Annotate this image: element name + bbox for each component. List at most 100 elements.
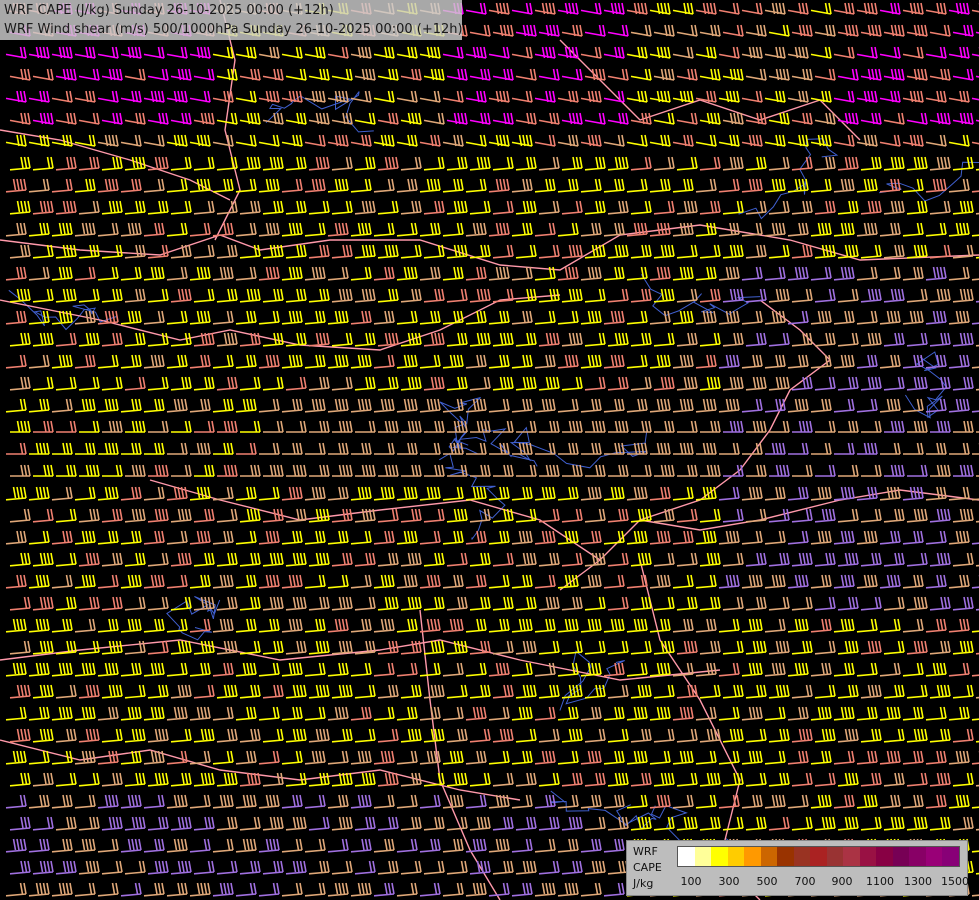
wind-barb xyxy=(833,706,855,721)
wind-barb xyxy=(607,728,629,743)
wind-barb xyxy=(538,332,560,347)
wind-barb xyxy=(603,530,625,545)
wind-barb xyxy=(856,662,878,677)
wind-barb xyxy=(929,288,951,303)
wind-barb xyxy=(810,574,832,589)
wind-barb xyxy=(833,310,855,325)
wind-barb xyxy=(879,222,901,237)
wind-barb xyxy=(350,794,372,809)
wind-barb xyxy=(193,244,215,259)
wind-barb xyxy=(741,46,763,59)
wind-barb xyxy=(74,530,96,545)
wind-barb xyxy=(607,596,629,611)
wind-barb xyxy=(764,222,786,237)
wind-barb xyxy=(285,68,307,81)
wind-barb xyxy=(400,596,422,611)
wind-barb xyxy=(189,134,211,147)
wind-barb xyxy=(741,310,763,325)
wind-barb xyxy=(74,178,96,193)
wind-barb xyxy=(558,442,579,455)
wind-barb xyxy=(396,90,418,103)
wind-barb xyxy=(235,574,257,589)
wind-barb xyxy=(948,794,970,809)
wind-barb xyxy=(879,706,901,721)
wind-barb xyxy=(883,508,905,523)
wind-barb xyxy=(879,354,901,369)
wind-barb xyxy=(488,882,510,897)
wind-barb xyxy=(190,442,211,455)
wind-barb xyxy=(331,332,353,347)
wind-barb xyxy=(373,882,395,897)
wind-barb xyxy=(745,156,767,171)
wind-barb xyxy=(561,112,583,125)
legend-tick-label: 900 xyxy=(831,875,853,888)
wind-barb xyxy=(419,310,441,325)
wind-barb xyxy=(741,90,763,103)
wind-barb xyxy=(856,574,878,589)
wind-barb xyxy=(143,618,165,633)
wind-barb xyxy=(212,266,234,281)
wind-barb xyxy=(51,178,73,193)
wind-barb xyxy=(32,596,54,611)
wind-barb xyxy=(630,816,652,831)
wind-barb xyxy=(378,420,399,433)
wind-barb xyxy=(442,618,464,633)
wind-barb xyxy=(814,816,836,831)
wind-barb xyxy=(833,222,855,237)
wind-barb xyxy=(580,530,602,545)
wind-barb xyxy=(419,530,441,545)
wind-barb xyxy=(745,684,767,699)
wind-barb xyxy=(580,310,602,325)
wind-barb xyxy=(856,46,878,59)
wind-barb xyxy=(695,310,717,325)
wind-barb xyxy=(442,266,464,281)
wind-barb xyxy=(971,47,979,57)
wind-barb xyxy=(51,618,73,633)
wind-barb xyxy=(258,354,280,369)
wind-barb xyxy=(948,662,970,677)
wind-barb xyxy=(10,420,31,433)
wind-barb xyxy=(74,90,96,103)
wind-barb xyxy=(534,354,556,369)
wind-barb xyxy=(699,200,721,215)
wind-barb xyxy=(649,266,671,281)
wind-barb xyxy=(239,156,261,171)
wind-barb xyxy=(768,112,790,125)
wind-barb xyxy=(9,860,31,875)
wind-barb xyxy=(469,684,491,699)
wind-barb xyxy=(97,838,119,853)
wind-barb xyxy=(787,46,809,59)
wind-barb xyxy=(879,530,901,545)
wind-barb xyxy=(51,882,73,897)
wind-barb xyxy=(308,156,330,171)
wind-barb xyxy=(465,662,487,677)
wind-barb xyxy=(212,354,234,369)
wind-barb xyxy=(584,288,606,303)
cape-legend: WRF CAPE J/kg 100 300 500 700 900 1100 1300 150… xyxy=(626,840,969,896)
wind-barb xyxy=(166,662,188,677)
wind-barb xyxy=(584,596,606,611)
wind-barb xyxy=(258,838,280,853)
wind-barb xyxy=(331,596,353,611)
wind-barb xyxy=(718,134,740,147)
wind-barb xyxy=(930,464,951,477)
wind-barb xyxy=(511,882,533,897)
wind-barb xyxy=(354,596,376,611)
wind-barb xyxy=(653,68,675,81)
wind-barb xyxy=(308,112,330,125)
wind-barb xyxy=(396,354,418,369)
wind-barb xyxy=(718,706,740,721)
wind-barb xyxy=(672,750,694,765)
wind-barb xyxy=(55,596,77,611)
wind-barb xyxy=(672,46,694,59)
wind-barb xyxy=(580,134,602,147)
wind-barb xyxy=(630,728,652,743)
cape-title: WRF CAPE (J/kg) Sunday 26-10-2025 00:00 … xyxy=(4,3,334,18)
wind-barb xyxy=(768,332,790,347)
wind-barb xyxy=(764,618,786,633)
wind-barb xyxy=(217,420,238,433)
wind-barb xyxy=(561,244,583,259)
wind-barb xyxy=(676,244,698,259)
wind-barb xyxy=(373,354,395,369)
wind-barb xyxy=(124,200,146,215)
